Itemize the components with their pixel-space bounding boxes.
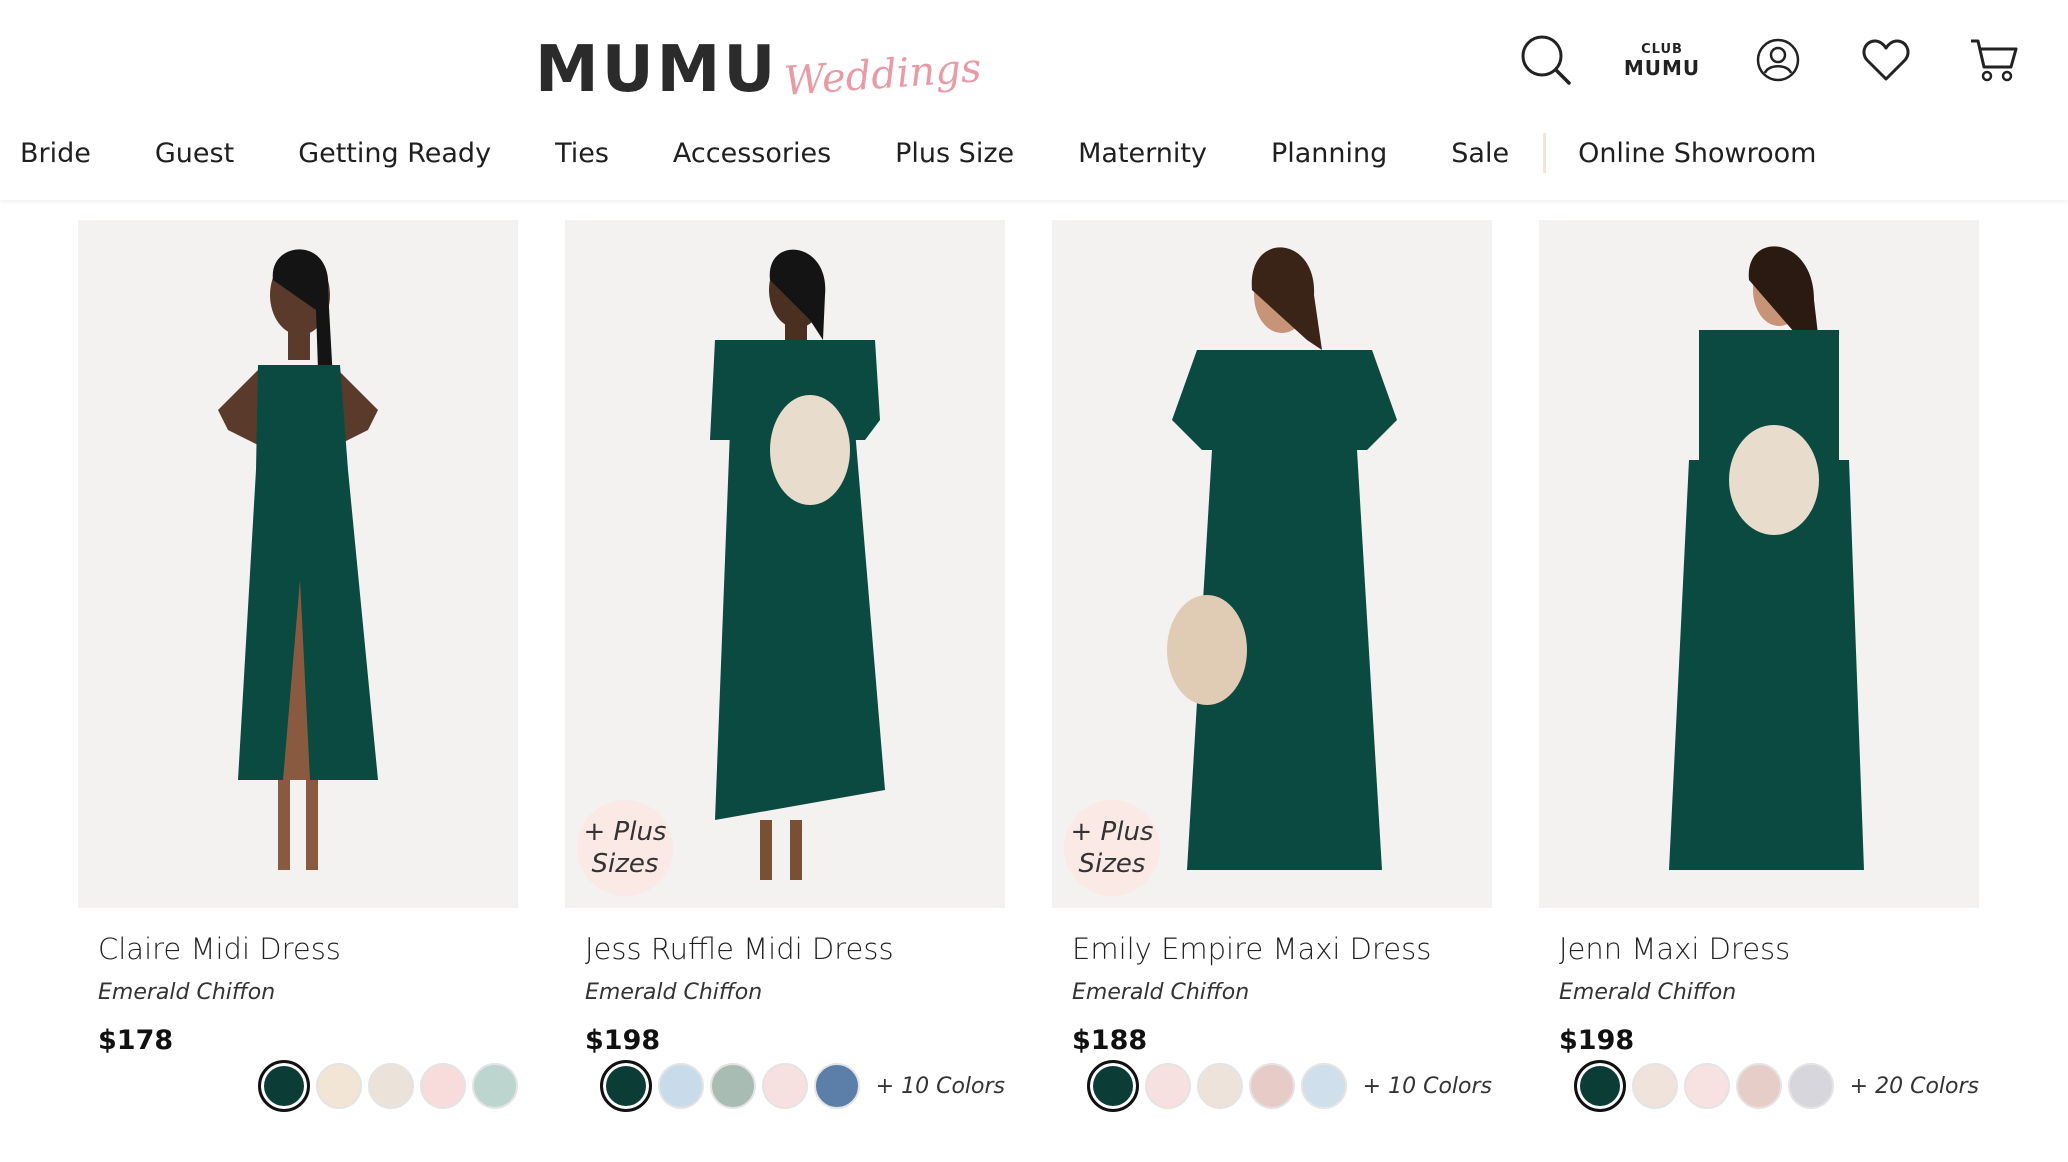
color-swatch[interactable]: [761, 1063, 808, 1109]
main-nav: Bride Guest Getting Ready Ties Accessori…: [20, 128, 1880, 178]
color-swatch[interactable]: [657, 1063, 704, 1109]
color-swatches: + 10 Colors: [594, 1060, 1005, 1112]
color-swatch[interactable]: [472, 1063, 518, 1109]
color-swatch[interactable]: [1631, 1063, 1678, 1109]
color-swatch[interactable]: [1735, 1063, 1782, 1109]
color-swatch[interactable]: [368, 1063, 414, 1109]
product-image[interactable]: + Plus Sizes: [565, 220, 1005, 908]
nav-item-guest[interactable]: Guest: [155, 138, 234, 169]
badge-line-2: Sizes: [591, 849, 659, 879]
badge-line-1: + Plus: [1070, 816, 1154, 847]
club-label: CLUB: [1641, 41, 1683, 57]
plus-sizes-badge: + Plus Sizes: [577, 800, 673, 896]
product-fabric: Emerald Chiffon: [585, 980, 763, 1005]
swatch-row-3: + 10 Colors: [1052, 1060, 1492, 1120]
product-card[interactable]: + Plus Sizes Jess Ruffle Midi Dress Emer…: [565, 220, 1005, 1056]
header-actions: CLUB MUMU: [1470, 28, 2026, 92]
product-price: $178: [98, 1025, 174, 1056]
account-icon[interactable]: [1746, 28, 1810, 92]
more-colors-link[interactable]: + 10 Colors: [876, 1074, 1005, 1099]
product-price: $198: [585, 1025, 661, 1056]
color-swatch[interactable]: [813, 1063, 860, 1109]
product-image[interactable]: [78, 220, 518, 908]
nav-item-sale[interactable]: Sale: [1451, 138, 1509, 169]
color-swatches: + 10 Colors: [1081, 1060, 1492, 1112]
mumu-weddings-logo[interactable]: MUMU Weddings: [535, 12, 984, 107]
club-brand: MUMU: [1623, 55, 1701, 80]
product-image[interactable]: [1539, 220, 1979, 908]
swatch-row-4: + 20 Colors: [1539, 1060, 1979, 1120]
logo-wordmark: MUMU: [535, 33, 779, 107]
color-swatch[interactable]: [1086, 1060, 1139, 1112]
nav-item-maternity[interactable]: Maternity: [1078, 138, 1207, 169]
nav-item-plus-size[interactable]: Plus Size: [895, 138, 1014, 169]
nav-item-accessories[interactable]: Accessories: [673, 138, 831, 169]
site-header: MUMU Weddings CLUB MUMU Bride Guest Gett…: [0, 0, 2068, 200]
color-swatches: [252, 1060, 518, 1112]
badge-line-1: + Plus: [583, 816, 667, 847]
logo-script: Weddings: [782, 45, 984, 105]
color-swatch[interactable]: [1248, 1063, 1295, 1109]
color-swatch[interactable]: [258, 1060, 310, 1112]
product-card[interactable]: Jenn Maxi Dress Emerald Chiffon $198: [1539, 220, 1979, 1056]
badge-line-2: Sizes: [1078, 849, 1146, 879]
swatch-row-1: [78, 1060, 518, 1120]
nav-item-planning[interactable]: Planning: [1271, 138, 1387, 169]
color-swatch[interactable]: [599, 1060, 652, 1112]
search-icon[interactable]: [1514, 28, 1578, 92]
product-image[interactable]: + Plus Sizes: [1052, 220, 1492, 908]
color-swatch[interactable]: [420, 1063, 466, 1109]
more-colors-link[interactable]: + 10 Colors: [1363, 1074, 1492, 1099]
nav-item-ties[interactable]: Ties: [555, 138, 609, 169]
product-price: $198: [1559, 1025, 1635, 1056]
nav-item-getting-ready[interactable]: Getting Ready: [298, 138, 491, 169]
product-card[interactable]: Claire Midi Dress Emerald Chiffon $178: [78, 220, 518, 1056]
color-swatch[interactable]: [316, 1063, 362, 1109]
color-swatch[interactable]: [1300, 1063, 1347, 1109]
cart-icon[interactable]: [1962, 28, 2026, 92]
wishlist-heart-icon[interactable]: [1854, 28, 1918, 92]
club-mumu-link[interactable]: CLUB MUMU: [1622, 43, 1702, 78]
color-swatch[interactable]: [1196, 1063, 1243, 1109]
color-swatches: + 20 Colors: [1568, 1060, 1979, 1112]
swatch-row-2: + 10 Colors: [565, 1060, 1005, 1120]
product-name[interactable]: Claire Midi Dress: [98, 932, 518, 966]
nav-divider: [1543, 133, 1547, 173]
product-fabric: Emerald Chiffon: [1072, 980, 1250, 1005]
product-name[interactable]: Emily Empire Maxi Dress: [1072, 932, 1492, 966]
product-fabric: Emerald Chiffon: [98, 980, 276, 1005]
more-colors-link[interactable]: + 20 Colors: [1850, 1074, 1979, 1099]
color-swatch[interactable]: [709, 1063, 756, 1109]
product-fabric: Emerald Chiffon: [1559, 980, 1737, 1005]
plus-sizes-badge: + Plus Sizes: [1064, 800, 1160, 896]
product-name[interactable]: Jess Ruffle Midi Dress: [585, 932, 1005, 966]
nav-item-online-showroom[interactable]: Online Showroom: [1578, 138, 1816, 169]
color-swatch[interactable]: [1144, 1063, 1191, 1109]
nav-item-bride[interactable]: Bride: [20, 138, 91, 169]
product-card[interactable]: + Plus Sizes Emily Empire Maxi Dress Eme…: [1052, 220, 1492, 1056]
color-swatch[interactable]: [1573, 1060, 1626, 1112]
color-swatch[interactable]: [1787, 1063, 1834, 1109]
product-grid: Claire Midi Dress Emerald Chiffon $178 +…: [78, 220, 1979, 1056]
product-name[interactable]: Jenn Maxi Dress: [1559, 932, 1979, 966]
color-swatch[interactable]: [1683, 1063, 1730, 1109]
product-price: $188: [1072, 1025, 1148, 1056]
